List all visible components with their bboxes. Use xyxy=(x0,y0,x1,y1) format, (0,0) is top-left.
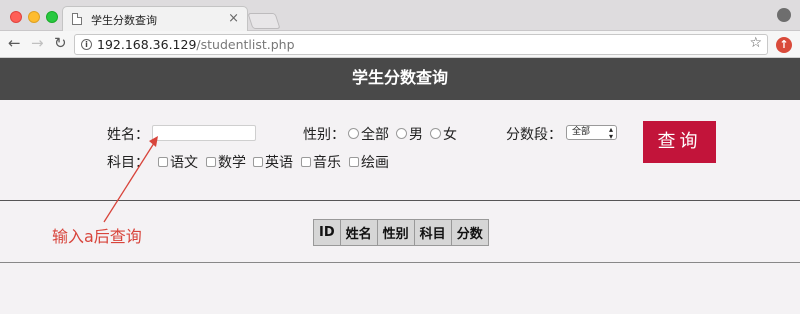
page-title: 学生分数查询 xyxy=(0,58,800,100)
subject-option-math: 数学 xyxy=(218,155,246,171)
back-arrow-icon[interactable]: ← xyxy=(8,34,21,52)
gender-option-female: 女 xyxy=(443,127,457,143)
extension-upload-icon[interactable]: ↑ xyxy=(776,37,792,53)
annotation-text: 输入a后查询 xyxy=(52,227,142,246)
info-icon[interactable]: i xyxy=(81,39,92,50)
subject-label: 科目： xyxy=(107,155,149,171)
subject-checkbox-music[interactable] xyxy=(301,157,311,167)
profile-icon[interactable] xyxy=(777,8,791,22)
column-header-score[interactable]: 分数 xyxy=(450,219,489,246)
close-window-button[interactable] xyxy=(10,11,22,23)
subject-checkbox-english[interactable] xyxy=(253,157,263,167)
subject-option-english: 英语 xyxy=(265,155,293,171)
results-table: ID 姓名 性别 科目 分数 xyxy=(313,219,489,246)
minimize-window-button[interactable] xyxy=(28,11,40,23)
tab-title: 学生分数查询 xyxy=(91,14,157,27)
gender-radio-all[interactable] xyxy=(348,128,359,139)
browser-tab[interactable]: 学生分数查询 × xyxy=(62,6,248,32)
column-header-gender[interactable]: 性别 xyxy=(376,219,415,246)
subject-checkbox-chinese[interactable] xyxy=(158,157,168,167)
subject-checkbox-math[interactable] xyxy=(206,157,216,167)
gender-radio-female[interactable] xyxy=(430,128,441,139)
column-header-id[interactable]: ID xyxy=(313,219,341,246)
close-tab-icon[interactable]: × xyxy=(228,11,239,26)
browser-toolbar: ← → ↻ i 192.168.36.129/studentlist.php ☆… xyxy=(0,31,800,58)
subject-checkbox-drawing[interactable] xyxy=(349,157,359,167)
gender-option-male: 男 xyxy=(409,127,423,143)
gender-label: 性别： xyxy=(303,127,345,143)
address-bar[interactable]: i 192.168.36.129/studentlist.php ☆ xyxy=(74,34,768,55)
gender-option-all: 全部 xyxy=(361,127,389,143)
select-updown-icon: ▴ ▾ xyxy=(608,125,613,141)
url-path: /studentlist.php xyxy=(196,37,295,52)
url-text[interactable]: 192.168.36.129/studentlist.php xyxy=(97,37,295,52)
url-host: 192.168.36.129 xyxy=(97,37,197,52)
reload-icon[interactable]: ↻ xyxy=(54,34,67,52)
table-header-row: ID 姓名 性别 科目 分数 xyxy=(313,219,489,246)
browser-tab-bar: 学生分数查询 × xyxy=(0,0,800,32)
maximize-window-button[interactable] xyxy=(46,11,58,23)
gender-radio-male[interactable] xyxy=(396,128,407,139)
forward-arrow-icon[interactable]: → xyxy=(31,34,44,52)
query-button[interactable]: 查询 xyxy=(643,121,716,163)
document-icon xyxy=(72,13,82,25)
score-range-selected: 全部 xyxy=(572,127,591,137)
column-header-name[interactable]: 姓名 xyxy=(339,219,378,246)
column-header-subject[interactable]: 科目 xyxy=(413,219,452,246)
score-range-label: 分数段： xyxy=(506,127,562,143)
name-label: 姓名： xyxy=(107,127,149,143)
subject-option-chinese: 语文 xyxy=(170,155,198,171)
bookmark-star-icon[interactable]: ☆ xyxy=(749,35,762,51)
name-input[interactable] xyxy=(152,125,256,141)
score-range-select[interactable]: 全部 ▴ ▾ xyxy=(566,125,617,141)
subject-option-drawing: 绘画 xyxy=(361,155,389,171)
subject-option-music: 音乐 xyxy=(313,155,341,171)
new-tab-button[interactable] xyxy=(247,13,281,29)
